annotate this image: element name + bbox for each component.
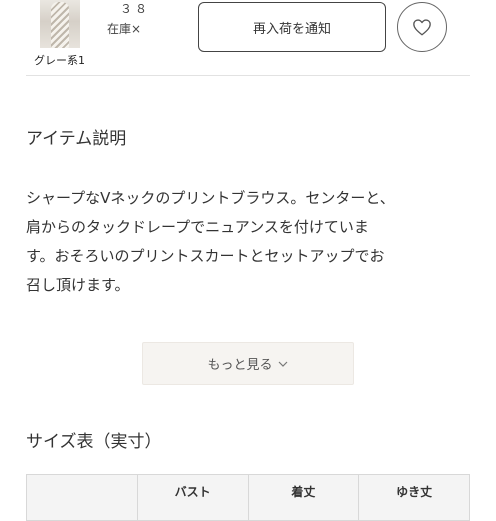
size-label: ３８ [120,2,151,16]
divider [26,75,470,76]
description-line: シャープなVネックのプリントブラウス。センターと、 [26,189,395,207]
item-description-text: シャープなVネックのプリントブラウス。センターと、 肩からのタックドレープでニュ… [26,184,470,300]
product-thumbnail[interactable] [40,0,80,48]
size-table: バスト 着丈 ゆき丈 [26,474,470,521]
size-table-header: バスト [136,474,249,521]
size-table-header: ゆき丈 [358,474,470,521]
stock-status: 在庫× [107,22,142,36]
description-line: す。おそろいのプリントスカートとセットアップでお [26,247,385,265]
favorite-button[interactable] [397,2,447,52]
size-table-header [26,474,138,521]
heart-icon [412,18,432,36]
size-chart-title: サイズ表（実寸） [26,432,162,452]
size-table-header: 着丈 [247,474,360,521]
color-label: グレー系1 [34,54,85,67]
item-description-title: アイテム説明 [26,129,127,149]
restock-notify-button[interactable]: 再入荷を通知 [198,2,386,52]
description-line: 召し頂けます。 [26,276,130,294]
description-line: 肩からのタックドレープでニュアンスを付けていま [26,218,369,236]
show-more-label: もっと見る [207,358,273,373]
product-figure [51,2,69,48]
size-table-header-row: バスト 着丈 ゆき丈 [26,474,470,521]
show-more-button[interactable]: もっと見る [142,342,354,385]
chevron-down-icon [277,358,289,370]
